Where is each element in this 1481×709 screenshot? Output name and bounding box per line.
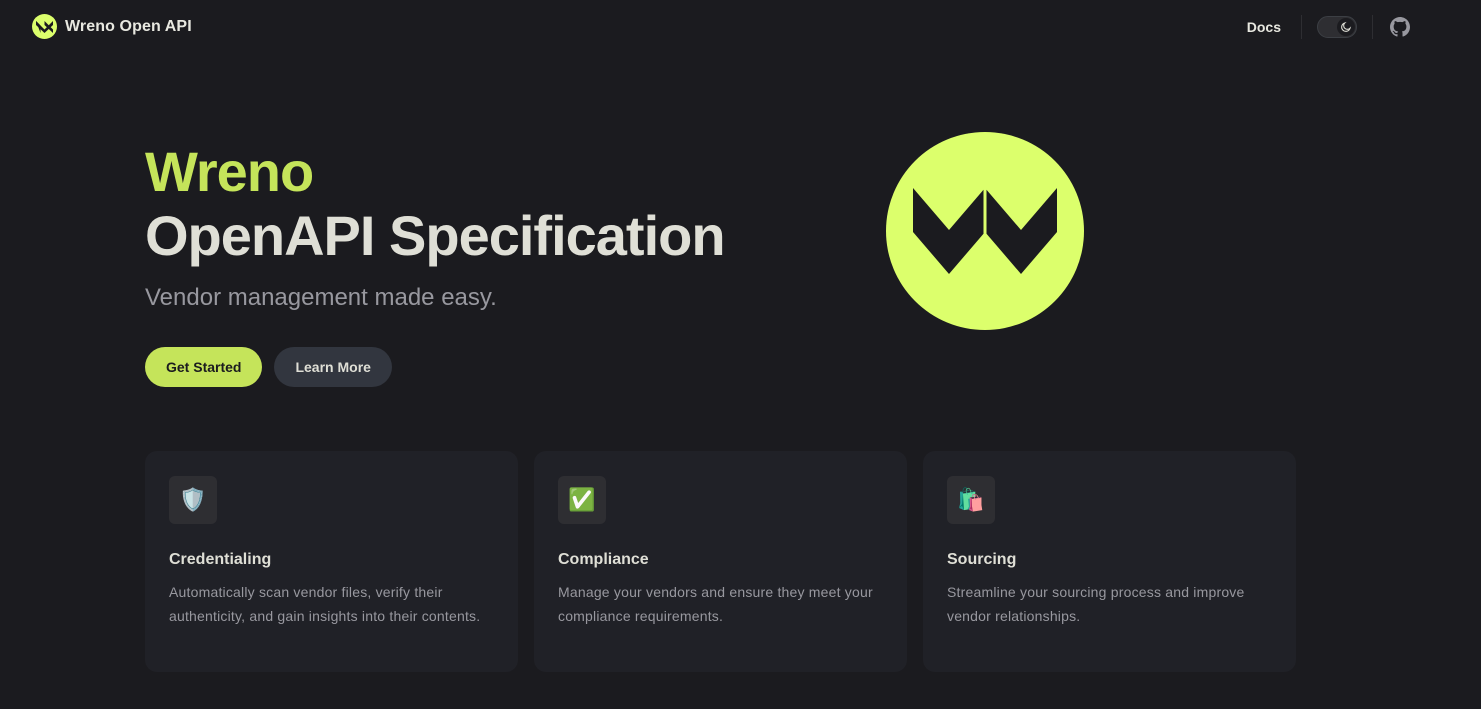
hero-tagline: Vendor management made easy.	[145, 284, 497, 311]
hero-name: Wreno	[145, 140, 314, 203]
site-title: Wreno Open API	[65, 17, 192, 35]
feature-details: Streamline your sourcing process and imp…	[947, 584, 1245, 624]
learn-more-button[interactable]: Learn More	[274, 347, 392, 387]
nav-right: Docs	[1247, 13, 1411, 41]
shopping-bags-icon: 🛍️	[947, 476, 995, 524]
features-grid: 🛡️ Credentialing Automatically scan vend…	[145, 451, 1296, 672]
feature-card-credentialing[interactable]: 🛡️ Credentialing Automatically scan vend…	[145, 451, 518, 672]
wreno-logo-icon	[913, 188, 1057, 274]
brand-link[interactable]: Wreno Open API	[32, 14, 192, 39]
appearance-toggle[interactable]	[1317, 16, 1357, 38]
hero-actions: Get Started Learn More	[145, 347, 392, 387]
feature-details: Automatically scan vendor files, verify …	[169, 584, 481, 624]
feature-card-compliance[interactable]: ✅ Compliance Manage your vendors and ens…	[534, 451, 907, 672]
nav-link-docs[interactable]: Docs	[1247, 19, 1301, 35]
feature-card-sourcing[interactable]: 🛍️ Sourcing Streamline your sourcing pro…	[923, 451, 1296, 672]
feature-title: Credentialing	[169, 551, 272, 568]
shield-icon: 🛡️	[169, 476, 217, 524]
feature-details: Manage your vendors and ensure they meet…	[558, 584, 873, 624]
hero-heading: OpenAPI Specification	[145, 204, 726, 267]
top-nav: Wreno Open API Docs	[0, 0, 1481, 55]
feature-title: Compliance	[558, 551, 649, 568]
nav-divider	[1301, 15, 1302, 39]
github-icon[interactable]	[1389, 16, 1411, 38]
nav-divider	[1372, 15, 1373, 39]
wreno-logo-icon	[32, 14, 57, 39]
get-started-button[interactable]: Get Started	[145, 347, 263, 387]
check-mark-icon: ✅	[558, 476, 606, 524]
feature-title: Sourcing	[947, 551, 1017, 568]
moon-icon	[1337, 18, 1355, 36]
hero-logo-image	[886, 132, 1084, 330]
